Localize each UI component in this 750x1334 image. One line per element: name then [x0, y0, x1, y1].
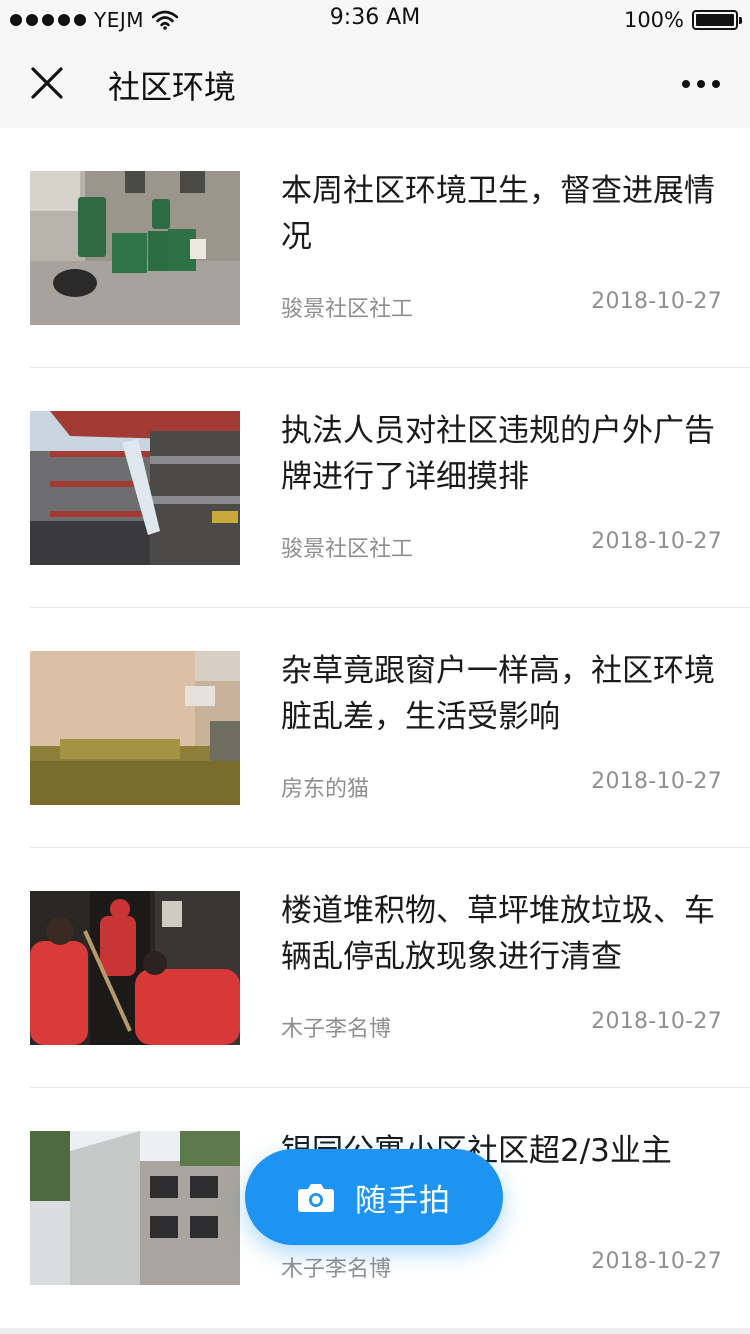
page-title: 社区环境: [108, 68, 237, 106]
article-item[interactable]: 本周社区环境卫生，督查进展情况 骏景社区社工 2018-10-27: [0, 128, 750, 368]
article-title: 杂草竟跟窗户一样高，社区环境脏乱差，生活受影响: [281, 653, 715, 735]
article-author: 房东的猫: [281, 777, 370, 802]
article-item[interactable]: 楼道堆积物、草坪堆放垃圾、车辆乱停乱放现象进行清查 木子李名博 2018-10-…: [0, 848, 750, 1088]
battery-icon: [692, 10, 742, 30]
close-button[interactable]: [22, 58, 72, 108]
article-author: 骏景社区社工: [281, 537, 414, 562]
close-icon: [31, 67, 63, 99]
battery-level: [696, 14, 734, 26]
article-author: 木子李名博: [281, 1257, 392, 1282]
article-list: 本周社区环境卫生，督查进展情况 骏景社区社工 2018-10-27 执法人员对社…: [0, 128, 750, 1328]
status-bar: YEJM 9:36 AM 100%: [0, 0, 750, 40]
article-date: 2018-10-27: [591, 529, 722, 554]
article-thumbnail: [30, 1131, 240, 1285]
article-item[interactable]: 执法人员对社区违规的户外广告牌进行了详细摸排 骏景社区社工 2018-10-27: [0, 368, 750, 608]
article-date: 2018-10-27: [591, 1009, 722, 1034]
article-author: 骏景社区社工: [281, 297, 414, 322]
snap-photo-label: 随手拍: [355, 1182, 451, 1219]
article-thumbnail: [30, 171, 240, 325]
snap-photo-button[interactable]: 随手拍: [245, 1149, 503, 1245]
article-item[interactable]: 杂草竟跟窗户一样高，社区环境脏乱差，生活受影响 房东的猫 2018-10-27: [0, 608, 750, 848]
article-title: 执法人员对社区违规的户外广告牌进行了详细摸排: [281, 413, 715, 495]
bottom-divider: [0, 1328, 750, 1334]
article-date: 2018-10-27: [591, 769, 722, 794]
battery-percent: 100%: [623, 8, 684, 32]
article-thumbnail: [30, 411, 240, 565]
more-button[interactable]: [674, 64, 728, 104]
article-title: 本周社区环境卫生，督查进展情况: [281, 173, 715, 255]
article-date: 2018-10-27: [591, 1249, 722, 1274]
status-right: 100%: [623, 6, 742, 34]
article-date: 2018-10-27: [591, 289, 722, 314]
more-icon-dot: [697, 80, 705, 88]
camera-icon: [298, 1184, 334, 1212]
article-title: 楼道堆积物、草坪堆放垃圾、车辆乱停乱放现象进行清查: [281, 893, 715, 975]
more-icon-dot: [712, 80, 720, 88]
article-thumbnail: [30, 651, 240, 805]
article-thumbnail: [30, 891, 240, 1045]
more-icon: [682, 80, 690, 88]
nav-bar: 社区环境: [0, 40, 750, 128]
article-author: 木子李名博: [281, 1017, 392, 1042]
